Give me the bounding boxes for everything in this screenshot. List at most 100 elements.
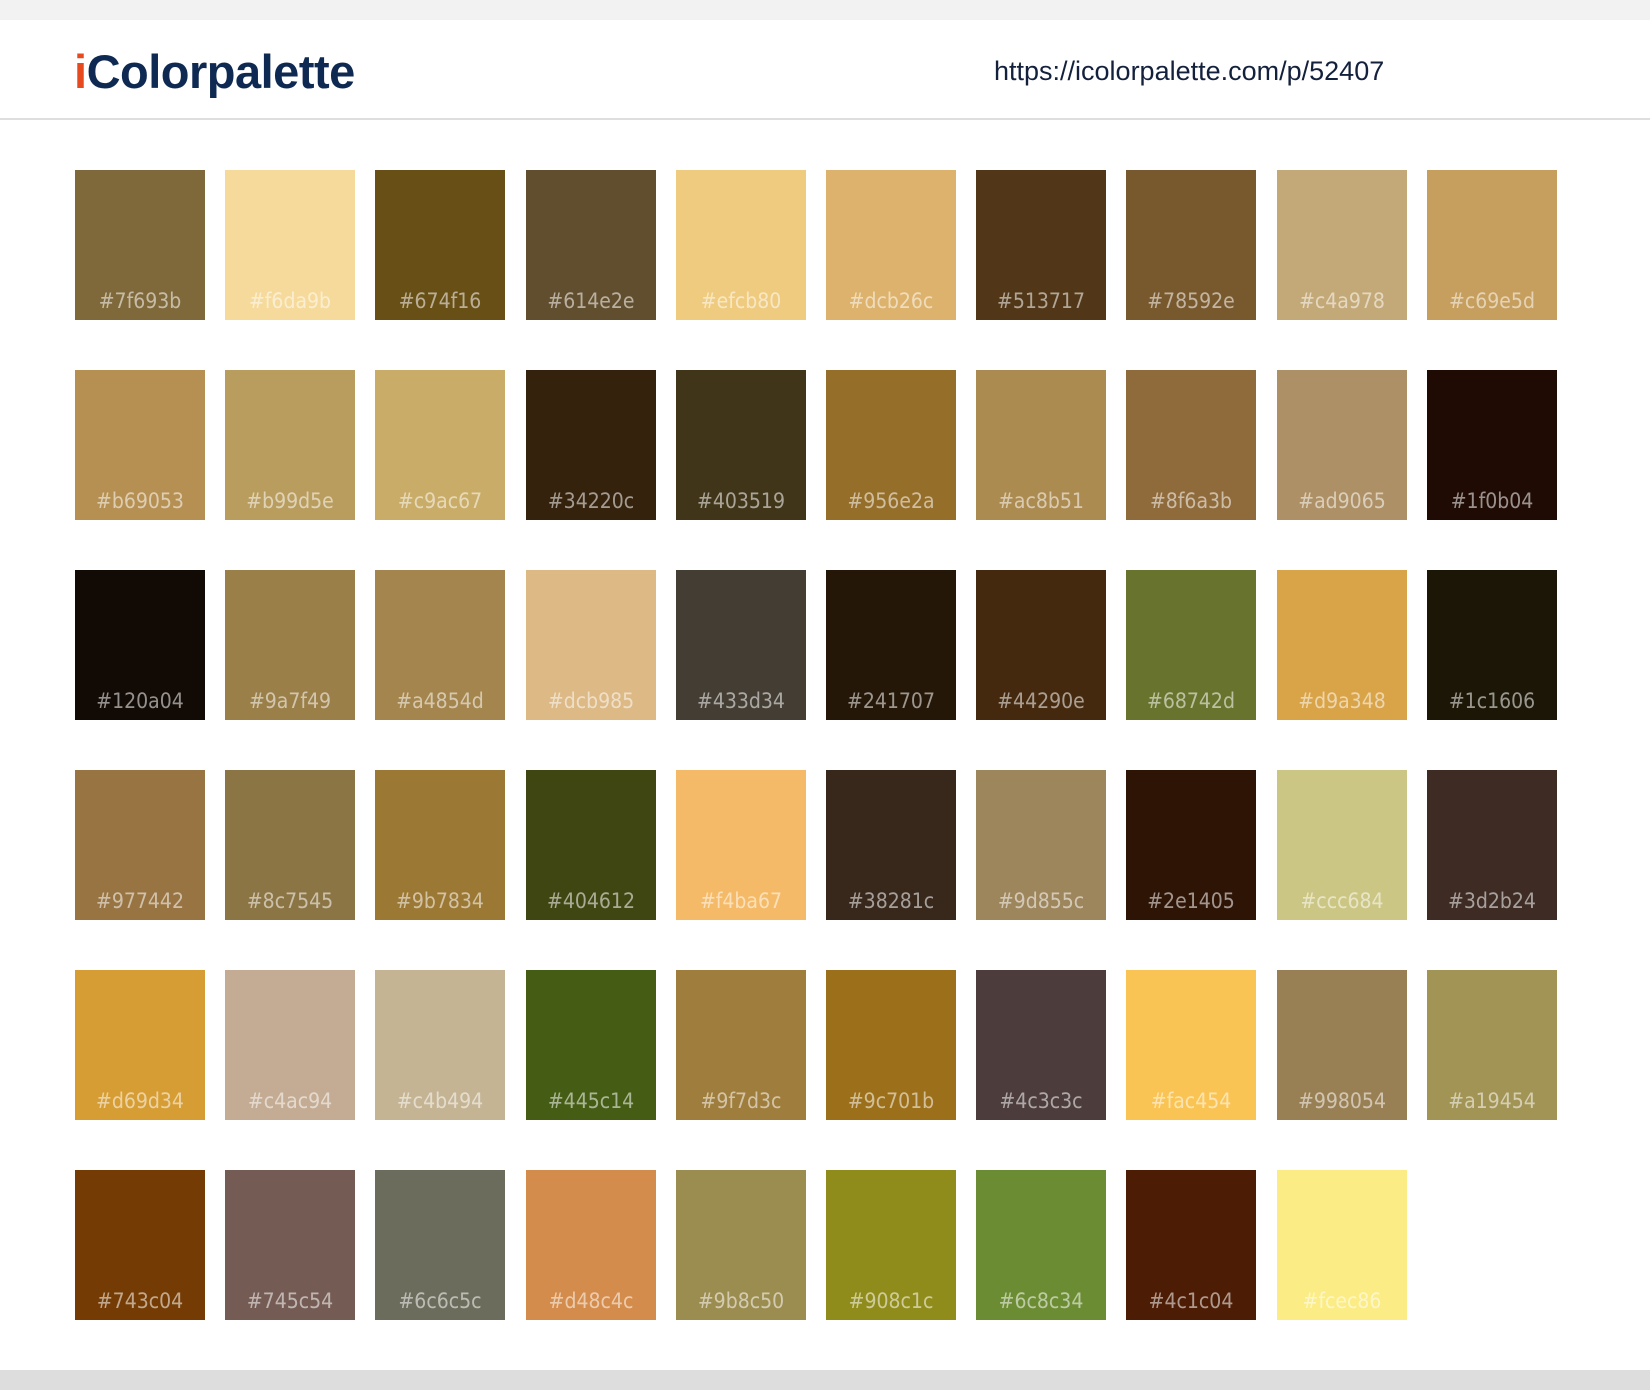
swatch-hex-label: #c4a978 [1299, 289, 1385, 313]
color-swatch[interactable]: #2e1405 [1126, 770, 1256, 920]
color-swatch[interactable]: #efcb80 [676, 170, 806, 320]
color-swatch[interactable]: #9b8c50 [676, 1170, 806, 1320]
color-swatch[interactable]: #614e2e [526, 170, 656, 320]
swatch-hex-label: #ad9065 [1298, 489, 1386, 513]
color-swatch[interactable]: #9c701b [826, 970, 956, 1120]
color-swatch[interactable]: #241707 [826, 570, 956, 720]
color-swatch[interactable]: #6c6c5c [375, 1170, 505, 1320]
swatch-hex-label: #d48c4c [548, 1289, 634, 1313]
color-swatch[interactable]: #44290e [976, 570, 1106, 720]
color-swatch[interactable]: #745c54 [225, 1170, 355, 1320]
swatch-hex-label: #ccc684 [1300, 889, 1384, 913]
color-swatch[interactable]: #c4a978 [1277, 170, 1407, 320]
swatch-hex-label: #956e2a [847, 489, 935, 513]
color-swatch[interactable]: #998054 [1277, 970, 1407, 1120]
swatch-hex-label: #403519 [697, 489, 785, 513]
palette-url[interactable]: https://icolorpalette.com/p/52407 [994, 58, 1384, 85]
swatch-hex-label: #f6da9b [248, 289, 332, 313]
color-swatch[interactable]: #ccc684 [1277, 770, 1407, 920]
color-swatch[interactable]: #78592e [1126, 170, 1256, 320]
swatch-hex-label: #513717 [997, 289, 1085, 313]
swatch-hex-label: #1c1606 [1448, 689, 1536, 713]
swatch-hex-label: #9f7d3c [700, 1089, 782, 1113]
swatch-hex-label: #c69e5d [1449, 289, 1535, 313]
swatch-hex-label: #fcec86 [1302, 1289, 1382, 1313]
color-swatch[interactable]: #9a7f49 [225, 570, 355, 720]
color-swatch[interactable]: #ac8b51 [976, 370, 1106, 520]
color-swatch[interactable]: #a19454 [1427, 970, 1557, 1120]
color-swatch[interactable]: #c4ac94 [225, 970, 355, 1120]
swatch-hex-label: #745c54 [246, 1289, 334, 1313]
logo-letter-i: i [74, 45, 87, 98]
swatch-hex-label: #9c701b [847, 1089, 935, 1113]
swatch-hex-label: #1f0b04 [1450, 489, 1534, 513]
swatch-hex-label: #c4b494 [396, 1089, 484, 1113]
color-swatch[interactable]: #38281c [826, 770, 956, 920]
color-swatch[interactable]: #d69d34 [75, 970, 205, 1120]
color-swatch[interactable]: #9f7d3c [676, 970, 806, 1120]
swatch-hex-label: #9b7834 [396, 889, 484, 913]
color-swatch[interactable]: #9b7834 [375, 770, 505, 920]
swatch-grid: #7f693b #f6da9b #674f16 #614e2e #efcb80 #dcb2… [75, 170, 1577, 1320]
swatch-hex-label: #614e2e [547, 289, 635, 313]
swatch-hex-label: #dcb26c [848, 289, 934, 313]
site-logo[interactable]: iColorpalette [74, 48, 355, 95]
color-swatch[interactable]: #f6da9b [225, 170, 355, 320]
color-swatch[interactable]: #c9ac67 [375, 370, 505, 520]
color-swatch[interactable]: #4c1c04 [1126, 1170, 1256, 1320]
color-swatch[interactable]: #513717 [976, 170, 1106, 320]
color-swatch[interactable]: #977442 [75, 770, 205, 920]
color-swatch[interactable]: #9d855c [976, 770, 1106, 920]
swatch-hex-label: #404612 [547, 889, 635, 913]
swatch-hex-label: #674f16 [398, 289, 482, 313]
color-swatch[interactable]: #908c1c [826, 1170, 956, 1320]
color-swatch[interactable]: #34220c [526, 370, 656, 520]
swatch-hex-label: #b99d5e [246, 489, 334, 513]
color-swatch[interactable]: #7f693b [75, 170, 205, 320]
swatch-hex-label: #433d34 [697, 689, 785, 713]
color-swatch[interactable]: #b99d5e [225, 370, 355, 520]
swatch-hex-label: #9a7f49 [248, 689, 332, 713]
color-swatch[interactable]: #d9a348 [1277, 570, 1407, 720]
color-swatch[interactable]: #8c7545 [225, 770, 355, 920]
color-swatch[interactable]: #433d34 [676, 570, 806, 720]
swatch-hex-label: #6c8c34 [998, 1289, 1084, 1313]
swatch-hex-label: #d69d34 [96, 1089, 184, 1113]
color-swatch[interactable]: #b69053 [75, 370, 205, 520]
top-strip [0, 0, 1650, 20]
color-swatch[interactable]: #1f0b04 [1427, 370, 1557, 520]
swatch-hex-label: #44290e [997, 689, 1085, 713]
color-swatch[interactable]: #c69e5d [1427, 170, 1557, 320]
swatch-hex-label: #68742d [1147, 689, 1235, 713]
color-swatch[interactable]: #3d2b24 [1427, 770, 1557, 920]
color-swatch[interactable]: #743c04 [75, 1170, 205, 1320]
color-swatch[interactable]: #fcec86 [1277, 1170, 1407, 1320]
color-swatch[interactable]: #ad9065 [1277, 370, 1407, 520]
swatch-hex-label: #9b8c50 [697, 1289, 785, 1313]
color-swatch[interactable]: #1c1606 [1427, 570, 1557, 720]
color-swatch[interactable]: #404612 [526, 770, 656, 920]
logo-wordmark: Colorpalette [86, 45, 356, 98]
color-swatch[interactable]: #68742d [1126, 570, 1256, 720]
swatch-hex-label: #fac454 [1150, 1089, 1232, 1113]
swatch-hex-label: #4c1c04 [1148, 1289, 1234, 1313]
color-swatch[interactable]: #dcb26c [826, 170, 956, 320]
color-swatch[interactable]: #674f16 [375, 170, 505, 320]
swatch-hex-label: #efcb80 [700, 289, 782, 313]
color-swatch[interactable]: #120a04 [75, 570, 205, 720]
swatch-hex-label: #dcb985 [547, 689, 635, 713]
color-swatch[interactable]: #f4ba67 [676, 770, 806, 920]
color-swatch[interactable]: #4c3c3c [976, 970, 1106, 1120]
color-swatch[interactable]: #fac454 [1126, 970, 1256, 1120]
color-swatch[interactable]: #8f6a3b [1126, 370, 1256, 520]
color-swatch[interactable]: #445c14 [526, 970, 656, 1120]
color-swatch[interactable]: #6c8c34 [976, 1170, 1106, 1320]
color-swatch[interactable]: #a4854d [375, 570, 505, 720]
palette-content: #7f693b #f6da9b #674f16 #614e2e #efcb80 #dcb2… [0, 120, 1650, 1370]
color-swatch[interactable]: #956e2a [826, 370, 956, 520]
color-swatch[interactable]: #d48c4c [526, 1170, 656, 1320]
swatch-hex-label: #120a04 [96, 689, 184, 713]
color-swatch[interactable]: #403519 [676, 370, 806, 520]
color-swatch[interactable]: #dcb985 [526, 570, 656, 720]
color-swatch[interactable]: #c4b494 [375, 970, 505, 1120]
